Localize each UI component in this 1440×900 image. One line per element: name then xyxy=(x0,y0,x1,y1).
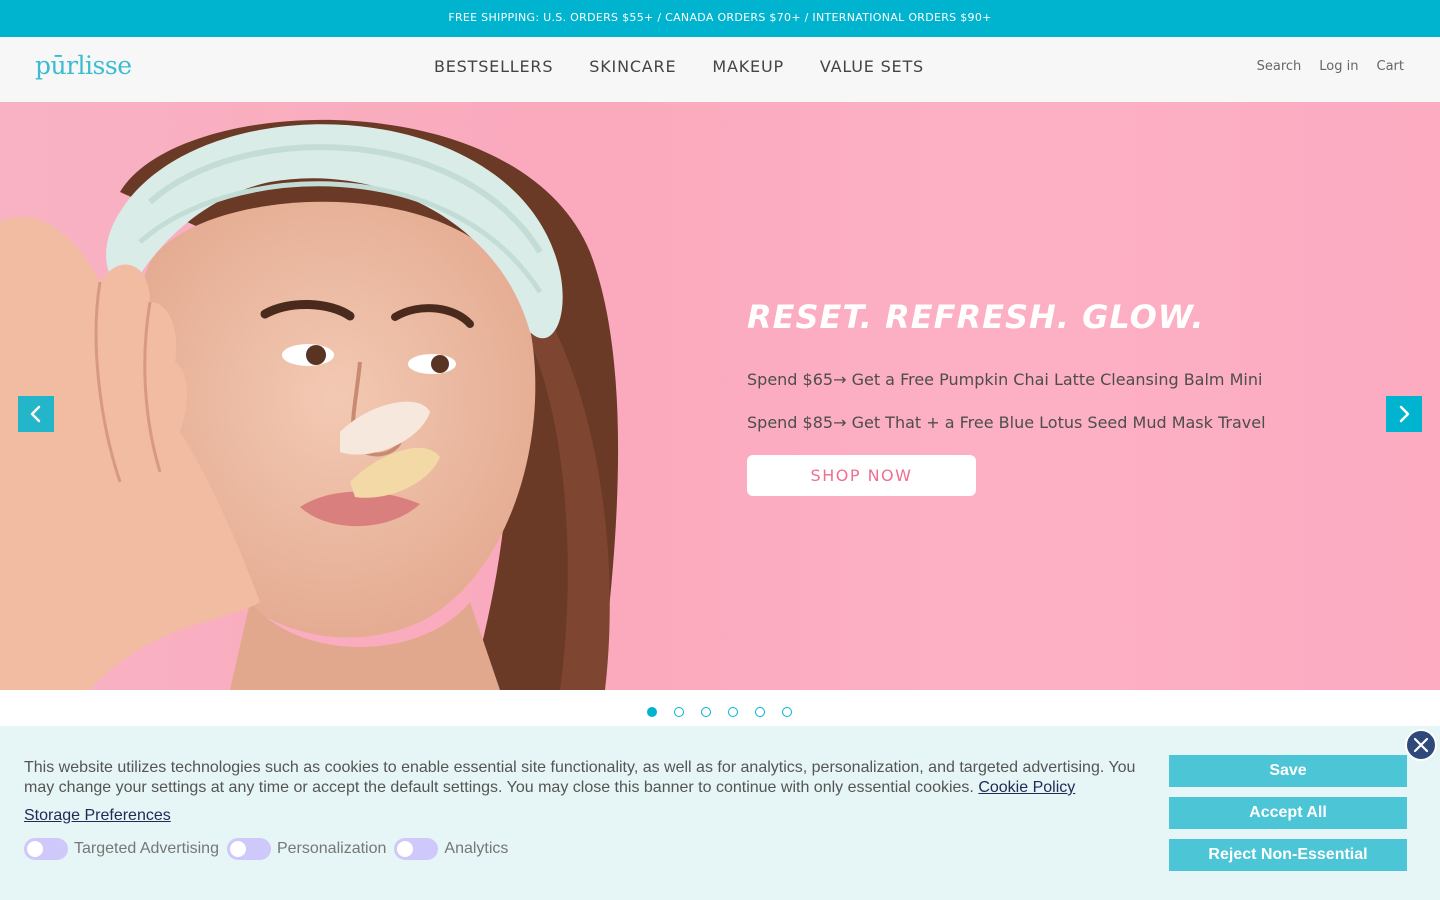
cookie-policy-link[interactable]: Cookie Policy xyxy=(978,779,1075,796)
toggle-switch[interactable] xyxy=(24,838,68,860)
save-button[interactable]: Save xyxy=(1169,755,1407,787)
nav-skincare[interactable]: SKINCARE xyxy=(589,57,676,76)
carousel-prev-button[interactable] xyxy=(18,396,54,432)
cookie-message: This website utilizes technologies such … xyxy=(24,758,1144,798)
hero-offer-line-2: Spend $85→ Get That + a Free Blue Lotus … xyxy=(747,413,1266,432)
carousel-dot[interactable] xyxy=(647,707,657,717)
hero-model-image xyxy=(0,119,619,690)
utility-nav: Search Log in Cart xyxy=(1257,59,1404,74)
toggle-knob xyxy=(27,841,43,857)
shop-now-button[interactable]: SHOP NOW xyxy=(747,455,976,496)
search-link[interactable]: Search xyxy=(1257,59,1302,74)
toggle-targeted-advertising[interactable]: Targeted Advertising xyxy=(24,838,219,860)
carousel-next-button[interactable] xyxy=(1386,396,1422,432)
cookie-message-text: This website utilizes technologies such … xyxy=(24,759,1136,796)
carousel-dot[interactable] xyxy=(701,707,711,717)
cart-link[interactable]: Cart xyxy=(1377,59,1405,74)
hero-offer-line-1: Spend $65→ Get a Free Pumpkin Chai Latte… xyxy=(747,370,1263,389)
carousel-dot[interactable] xyxy=(755,707,765,717)
carousel-dot[interactable] xyxy=(782,707,792,717)
toggle-personalization[interactable]: Personalization xyxy=(226,838,387,860)
announcement-text: FREE SHIPPING: U.S. ORDERS $55+ / CANADA… xyxy=(448,11,992,24)
consent-toggles: Targeted Advertising Personalization Ana… xyxy=(24,838,516,860)
main-nav: BESTSELLERS SKINCARE MAKEUP VALUE SETS xyxy=(434,57,924,76)
hero-title: RESET. REFRESH. GLOW. xyxy=(747,298,1205,336)
chevron-right-icon xyxy=(1399,405,1410,423)
cookie-banner: This website utilizes technologies such … xyxy=(0,726,1440,900)
carousel-dot[interactable] xyxy=(674,707,684,717)
nav-value-sets[interactable]: VALUE SETS xyxy=(820,57,924,76)
site-header: pūrlisse BESTSELLERS SKINCARE MAKEUP VAL… xyxy=(0,37,1440,102)
nav-bestsellers[interactable]: BESTSELLERS xyxy=(434,57,553,76)
brand-logo[interactable]: pūrlisse xyxy=(35,51,132,80)
login-link[interactable]: Log in xyxy=(1319,59,1358,74)
toggle-knob xyxy=(229,841,246,857)
toggle-switch[interactable] xyxy=(394,838,439,860)
carousel-dots xyxy=(647,707,792,717)
toggle-knob xyxy=(397,841,414,857)
toggle-label: Personalization xyxy=(276,840,387,857)
toggle-label: Analytics xyxy=(444,840,509,857)
reject-non-essential-button[interactable]: Reject Non-Essential xyxy=(1169,839,1407,871)
toggle-label: Targeted Advertising xyxy=(74,840,219,857)
announcement-bar: FREE SHIPPING: U.S. ORDERS $55+ / CANADA… xyxy=(0,0,1440,37)
toggle-analytics[interactable]: Analytics xyxy=(394,838,508,860)
carousel-dot[interactable] xyxy=(728,707,738,717)
close-icon[interactable] xyxy=(1404,728,1438,762)
nav-makeup[interactable]: MAKEUP xyxy=(712,57,784,76)
storage-preferences-link[interactable]: Storage Preferences xyxy=(24,807,171,825)
chevron-left-icon xyxy=(30,405,41,423)
toggle-switch[interactable] xyxy=(226,838,271,860)
hero-carousel: RESET. REFRESH. GLOW. Spend $65→ Get a F… xyxy=(0,102,1440,690)
accept-all-button[interactable]: Accept All xyxy=(1169,797,1407,829)
